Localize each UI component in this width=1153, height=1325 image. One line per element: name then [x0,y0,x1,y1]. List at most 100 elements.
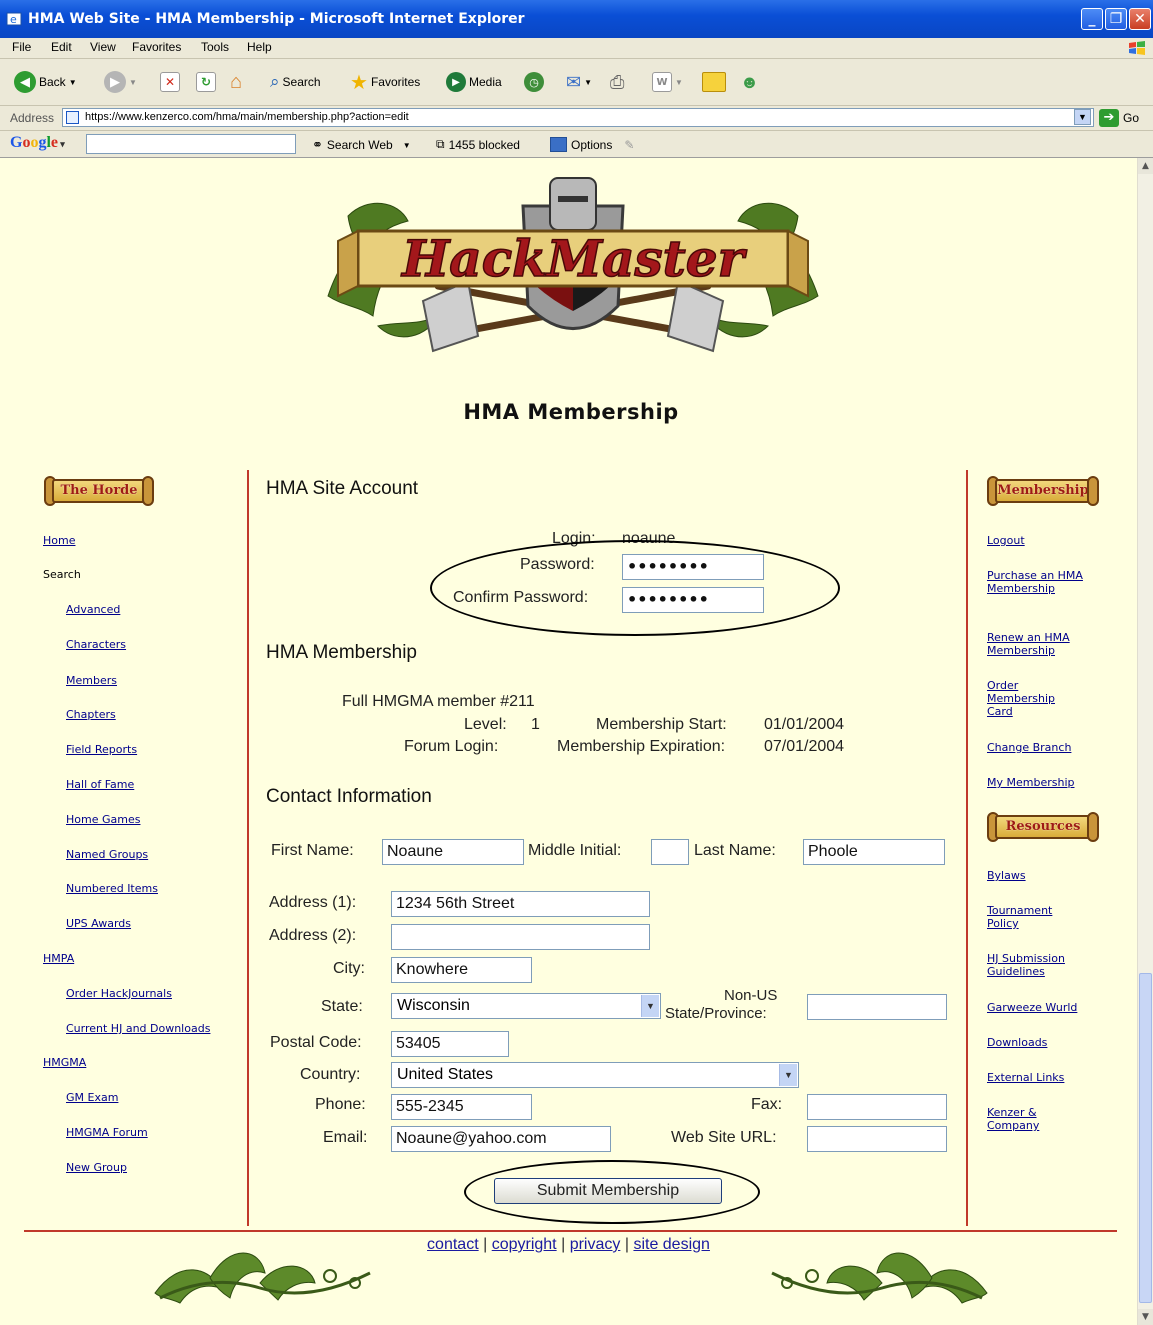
right-nav-resource-hj-submission-guidelines[interactable]: HJ Submission Guidelines [987,952,1083,978]
google-toolbar: Google ▾ ⚭ Search Web ▼ ⧉ 1455 blocked O… [0,131,1153,158]
first-name-input[interactable]: Noaune [382,839,524,865]
vertical-scrollbar[interactable]: ▲ ▼ [1137,158,1153,1325]
menu-favorites[interactable]: Favorites [132,40,181,54]
menu-help[interactable]: Help [247,40,272,54]
confirm-password-input[interactable]: •••••••• [622,587,764,613]
level-label: Level: [464,716,507,733]
google-options-button[interactable]: Options ✎ [550,137,634,152]
right-nav-membership-change-branch[interactable]: Change Branch [987,741,1083,754]
forward-button[interactable]: ▶ ▼ [104,71,137,93]
middle-initial-label: Middle Initial: [528,842,622,859]
address-input[interactable]: https://www.kenzerco.com/hma/main/member… [62,108,1094,127]
left-nav-item-gm-exam[interactable]: GM Exam [66,1091,118,1104]
footer-link-privacy[interactable]: privacy [570,1236,621,1253]
search-button[interactable]: ⌕ Search [270,71,321,93]
left-nav-item-new-group[interactable]: New Group [66,1161,127,1174]
edit-word-button[interactable]: W ▼ [652,71,683,93]
scroll-thumb[interactable] [1139,973,1152,1303]
home-button[interactable]: ⌂ [230,71,242,93]
close-button[interactable]: ✕ [1129,8,1151,30]
state-selected-value: Wisconsin [397,997,470,1014]
right-nav-membership-purchase-an-hma-membership[interactable]: Purchase an HMA Membership [987,569,1083,595]
google-logo[interactable]: Google ▾ [10,134,65,152]
print-button[interactable]: ⎙ [610,71,624,93]
page-viewport: HackMaster HMA Membership The Horde Home… [0,158,1137,1325]
left-nav-item-characters[interactable]: Characters [66,638,126,651]
left-nav-item-numbered-items[interactable]: Numbered Items [66,882,158,895]
footer-link-site-design[interactable]: site design [633,1236,710,1253]
menu-file[interactable]: File [12,40,31,54]
go-button[interactable]: ➔ Go [1099,109,1139,127]
left-nav-item-hmgma-forum[interactable]: HMGMA Forum [66,1126,148,1139]
right-nav-resource-kenzer-company[interactable]: Kenzer & Company [987,1106,1083,1132]
left-nav-item-ups-awards[interactable]: UPS Awards [66,917,131,930]
country-select[interactable]: United States ▼ [391,1062,799,1088]
mail-button[interactable]: ✉ ▼ [566,71,592,93]
go-arrow-icon: ➔ [1099,109,1119,127]
right-nav-resource-downloads[interactable]: Downloads [987,1036,1083,1049]
menu-view[interactable]: View [90,40,116,54]
address2-input[interactable] [391,924,650,950]
menu-edit[interactable]: Edit [51,40,72,54]
left-nav-item-members[interactable]: Members [66,674,117,687]
postal-code-input[interactable]: 53405 [391,1031,509,1057]
right-nav-resource-external-links[interactable]: External Links [987,1071,1097,1084]
scroll-up-icon[interactable]: ▲ [1138,158,1153,174]
history-button[interactable]: ◷ [524,71,544,93]
address1-input[interactable]: 1234 56th Street [391,891,650,917]
mail-dropdown-icon: ▼ [584,77,593,87]
favorites-button[interactable]: ★ Favorites [350,71,420,94]
media-button[interactable]: ▶ Media [446,71,502,93]
right-nav-membership-order-membership-card[interactable]: Order Membership Card [987,679,1083,718]
left-nav-item-order-hackjournals[interactable]: Order HackJournals [66,987,172,1000]
right-nav-resource-bylaws[interactable]: Bylaws [987,869,1083,882]
left-nav-item-named-groups[interactable]: Named Groups [66,848,148,861]
footer-link-contact[interactable]: contact [427,1236,479,1253]
google-search-input[interactable] [86,134,296,154]
membership-expiration-label: Membership Expiration: [557,738,726,755]
search-web-button[interactable]: ⚭ Search Web ▼ [312,137,411,153]
search-label: Search [282,75,321,89]
password-input[interactable]: •••••••• [622,554,764,580]
left-nav-item-hall-of-fame[interactable]: Hall of Fame [66,778,134,791]
footer-link-copyright[interactable]: copyright [492,1236,557,1253]
messenger-button[interactable]: ☻ [740,71,759,93]
left-nav-item-field-reports[interactable]: Field Reports [66,743,137,756]
right-nav-resource-garweeze-wurld[interactable]: Garweeze Wurld [987,1001,1097,1014]
hackmaster-logo: HackMaster [327,177,819,353]
left-nav-item-advanced[interactable]: Advanced [66,603,120,616]
menu-tools[interactable]: Tools [201,40,229,54]
website-url-input[interactable] [807,1126,947,1152]
login-label: Login: [552,530,596,547]
refresh-icon: ↻ [196,72,216,92]
left-nav-item-hmgma[interactable]: HMGMA [43,1056,86,1069]
notes-button[interactable] [702,71,726,93]
minimize-button[interactable]: _ [1081,8,1103,30]
address-dropdown-icon[interactable]: ▼ [1074,109,1091,125]
right-nav-membership-my-membership[interactable]: My Membership [987,776,1083,789]
stop-button[interactable]: ✕ [160,71,180,93]
left-nav-item-home[interactable]: Home [43,534,75,547]
restore-button[interactable]: ❐ [1105,8,1127,30]
left-nav-item-home-games[interactable]: Home Games [66,813,140,826]
state-select[interactable]: Wisconsin ▼ [391,993,661,1019]
scroll-down-icon[interactable]: ▼ [1138,1309,1153,1325]
fax-input[interactable] [807,1094,947,1120]
right-nav-resource-tournament-policy[interactable]: Tournament Policy [987,904,1083,930]
left-nav-item-hmpa[interactable]: HMPA [43,952,74,965]
right-nav-membership-renew-an-hma-membership[interactable]: Renew an HMA Membership [987,631,1083,657]
left-nav-item-current-hj-and-downloads[interactable]: Current HJ and Downloads [66,1022,210,1035]
refresh-button[interactable]: ↻ [196,71,216,93]
middle-initial-input[interactable] [651,839,689,865]
email-input[interactable]: Noaune@yahoo.com [391,1126,611,1152]
popup-blocker-button[interactable]: ⧉ 1455 blocked [436,137,520,152]
phone-input[interactable]: 555-2345 [391,1094,532,1120]
nonus-state-input[interactable] [807,994,947,1020]
nonus-label-line1: Non-US [724,987,778,1004]
left-nav-item-chapters[interactable]: Chapters [66,708,116,721]
right-nav-membership-logout[interactable]: Logout [987,534,1083,547]
city-input[interactable]: Knowhere [391,957,532,983]
back-button[interactable]: ◀ Back ▼ [14,71,77,93]
submit-membership-button[interactable]: Submit Membership [494,1178,722,1204]
last-name-input[interactable]: Phoole [803,839,945,865]
